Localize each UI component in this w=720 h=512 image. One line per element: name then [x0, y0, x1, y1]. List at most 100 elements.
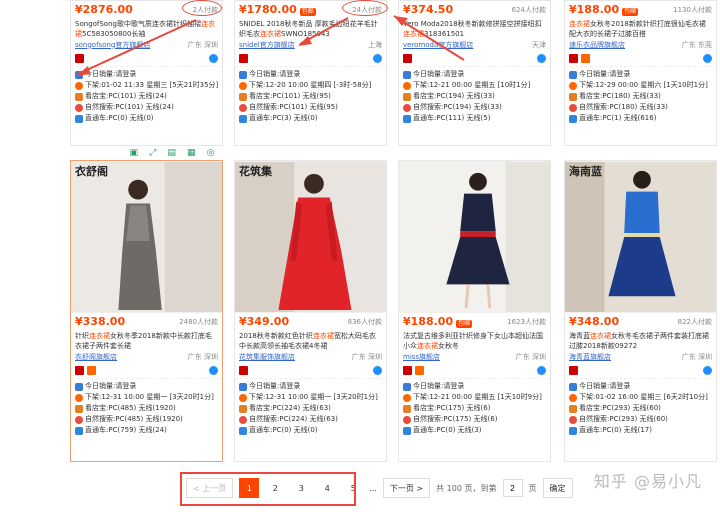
- product-card[interactable]: ¥1780.00 包邮 24人付款 SNIDEL 2018秋冬新品 厚款毛边纽花羊毛…: [234, 0, 387, 146]
- sales-icon: [569, 70, 577, 79]
- product-card[interactable]: ¥2876.00 2人付款 SongofSong歌中歌气质连衣裙针织抽褶连衣裙5C…: [70, 0, 223, 146]
- page-5-button[interactable]: 5: [343, 478, 364, 498]
- stats: 今日销量:请登录 下架:12-31 10:00 星期一 [3天20时1分] 看店…: [235, 378, 386, 439]
- price: ¥349.00: [239, 315, 290, 329]
- view-line: 看店宝:PC(180) 无线(33): [569, 91, 712, 102]
- page-4-button[interactable]: 4: [317, 478, 338, 498]
- paid-count: 1130人付款: [673, 5, 712, 14]
- shop-link[interactable]: veromoda官方旗舰店: [403, 41, 473, 49]
- product-title[interactable]: 2018秋冬新款红色针织连衣裙宽松大码毛衣中长款高领长袖毛衣裙4冬裙: [235, 331, 386, 351]
- car-line: 直通车:PC(0) 无线(3): [403, 425, 546, 436]
- icon-row: [71, 51, 222, 66]
- shop-icon: [569, 404, 577, 413]
- clock-icon: [75, 81, 83, 90]
- time-line: 下架:12-21 00:00 星期五 [1天10时9分]: [403, 392, 546, 403]
- product-card[interactable]: ¥374.50 624人付款 Vero Moda2018秋冬新款修拼接空拼接纽扣连…: [398, 0, 551, 146]
- save-image-icon[interactable]: ▣: [130, 148, 139, 158]
- shop-link[interactable]: 花筑集服饰旗舰店: [239, 353, 295, 361]
- product-title[interactable]: 海青蓝连衣裙女秋冬毛衣裙子两件套装打底裙过膝2018新款09272: [565, 331, 716, 351]
- time-line: 下架:12-31 10:00 星期一 [3天20时1分]: [239, 392, 382, 403]
- page-1-button[interactable]: 1: [239, 478, 260, 498]
- wangwang-icon[interactable]: [373, 366, 382, 375]
- product-title[interactable]: 针织连衣裙女秋冬季2018新款中长款打底毛衣裙子两件套长裙: [71, 331, 222, 351]
- page-number-input[interactable]: [502, 479, 523, 497]
- product-title[interactable]: SongofSong歌中歌气质连衣裙针织抽褶连衣裙5C583050800长袖: [71, 19, 222, 39]
- view-text: 看店宝:PC(180) 无线(33): [579, 92, 661, 101]
- sales-text: 今日销量:请登录: [413, 382, 465, 391]
- shop-icon: [403, 404, 411, 413]
- tmall-icon: [569, 366, 578, 375]
- next-page-button[interactable]: 下一页 >: [382, 478, 431, 498]
- shop-link[interactable]: 速乐衣品牌旗舰店: [569, 41, 625, 49]
- product-title[interactable]: 连衣裙女秋冬2018新款针织打底很仙毛衣裙配大衣的长裙子过膝百搭: [565, 19, 716, 39]
- product-title[interactable]: Vero Moda2018秋冬新款修拼接空拼接纽扣连衣裙318361501: [399, 19, 550, 39]
- wangwang-icon[interactable]: [703, 366, 712, 375]
- wangwang-icon[interactable]: [209, 54, 218, 63]
- grid-icon[interactable]: ▦: [187, 148, 196, 158]
- paid-count: 2480人付款: [179, 317, 218, 326]
- price: ¥348.00: [569, 315, 620, 329]
- sales-text: 今日销量:请登录: [85, 70, 137, 79]
- settings-icon[interactable]: ◎: [207, 148, 215, 158]
- wangwang-icon[interactable]: [703, 54, 712, 63]
- view-text: 看店宝:PC(101) 无线(95): [249, 92, 331, 101]
- wangwang-icon[interactable]: [537, 54, 546, 63]
- car-text: 直通车:PC(0) 无线(3): [413, 426, 482, 435]
- tmall-icon: [403, 54, 412, 63]
- total-pages-label: 共 100 页，到第: [436, 483, 497, 493]
- product-title[interactable]: SNIDEL 2018秋冬新品 厚款毛边纽花羊毛针织毛衣连衣裙SWNO18504…: [235, 19, 386, 39]
- search-text: 自然搜索:PC(293) 无线(60): [579, 415, 668, 424]
- product-image[interactable]: 海南蓝: [565, 161, 716, 313]
- search-line: 自然搜索:PC(485) 无线(1920): [75, 414, 218, 425]
- prev-page-button[interactable]: < 上一页: [186, 478, 234, 498]
- stats: 今日销量:请登录 下架:01-02 16:00 星期三 [6天2时10分] 看店…: [565, 378, 716, 439]
- view-line: 看店宝:PC(194) 无线(33): [403, 91, 546, 102]
- shop-link[interactable]: snidel官方旗舰店: [239, 41, 295, 49]
- car-line: 直通车:PC(759) 无线(24): [75, 425, 218, 436]
- shop-link[interactable]: 海青蓝旗舰店: [569, 353, 611, 361]
- product-card[interactable]: ¥188.00 包邮 1130人付款 连衣裙女秋冬2018新款针织打底很仙毛衣裙配大…: [564, 0, 717, 146]
- view-line: 看店宝:PC(101) 无线(24): [75, 91, 218, 102]
- car-text: 直通车:PC(0) 无线(0): [249, 426, 318, 435]
- product-card[interactable]: 花筑集 ¥349.00 836人付款 2018秋冬新款红色针织连衣裙宽松大码毛衣中…: [234, 160, 387, 462]
- product-title[interactable]: 法式复古维多利亚针织修身下女山本超仙法国小众连衣裙女秋冬: [399, 331, 550, 351]
- clock-icon: [569, 393, 577, 402]
- brand-logo: 衣舒阁: [75, 165, 108, 178]
- ellipsis: ...: [369, 483, 377, 493]
- title-text: 5C583050800长袖: [82, 30, 146, 38]
- shop-link[interactable]: songofsong官方旗舰店: [75, 41, 150, 49]
- stats: 今日销量:请登录 下架:12-31 10:00 星期一 [3天20时1分] 看店…: [71, 378, 222, 439]
- wangwang-icon[interactable]: [209, 366, 218, 375]
- shop-row: 衣舒阁旗舰店 广东 深圳: [71, 351, 222, 363]
- page-unit-label: 页: [528, 483, 537, 493]
- price-row: ¥2876.00 2人付款: [71, 1, 222, 19]
- time-line: 下架:01-02 11:33 星期三 [5天21时35分]: [75, 80, 218, 91]
- sales-text: 今日销量:请登录: [249, 70, 301, 79]
- title-text: 2018秋冬新款红色针织: [239, 332, 313, 340]
- product-image[interactable]: [399, 161, 550, 313]
- page-3-button[interactable]: 3: [291, 478, 312, 498]
- expand-icon[interactable]: ⤢: [149, 148, 156, 158]
- price-row: ¥188.00 包邮 1130人付款: [565, 1, 716, 19]
- wangwang-icon[interactable]: [373, 54, 382, 63]
- search-text: 自然搜索:PC(101) 无线(95): [249, 103, 338, 112]
- product-card[interactable]: ¥188.00 包邮 1623人付款 法式复古维多利亚针织修身下女山本超仙法国小众连…: [398, 160, 551, 462]
- car-text: 直通车:PC(1) 无线(616): [579, 114, 657, 123]
- price: ¥2876.00: [75, 3, 133, 17]
- shop-link[interactable]: 衣舒阁旗舰店: [75, 353, 117, 361]
- car-icon: [75, 114, 83, 123]
- search-icon: [403, 415, 411, 424]
- clock-icon: [403, 393, 411, 402]
- product-card[interactable]: 海南蓝 ¥348.00 822人付款 海青蓝连衣裙女秋冬毛衣裙子两件套装打底裙过膝…: [564, 160, 717, 462]
- product-card[interactable]: 衣舒阁 ¥338.00 2480人付款 针织连衣裙女秋冬季2018新款中长款打底毛…: [70, 160, 223, 462]
- product-image[interactable]: 衣舒阁: [71, 161, 222, 313]
- shop-icon: [75, 404, 83, 413]
- confirm-button[interactable]: 确定: [542, 478, 573, 498]
- shop-link[interactable]: miss旗舰店: [403, 353, 440, 361]
- page-2-button[interactable]: 2: [265, 478, 286, 498]
- wangwang-icon[interactable]: [537, 366, 546, 375]
- chart-icon[interactable]: ▤: [167, 148, 176, 158]
- stats: 今日销量:请登录 下架:01-02 11:33 星期三 [5天21时35分] 看…: [71, 66, 222, 127]
- product-image[interactable]: 花筑集: [235, 161, 386, 313]
- search-text: 自然搜索:PC(485) 无线(1920): [85, 415, 183, 424]
